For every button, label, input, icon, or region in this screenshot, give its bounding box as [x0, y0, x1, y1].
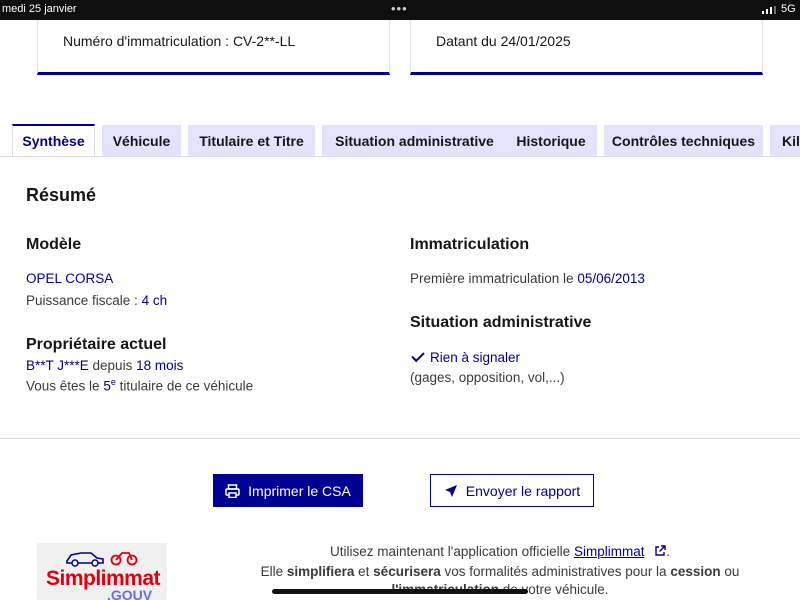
holder-rank: Vous êtes le 5e titulaire de ce véhicule: [26, 377, 254, 394]
report-date: Datant du 24/01/2025: [436, 33, 571, 49]
fiscal-power: Puissance fiscale : 4 ch: [26, 293, 168, 308]
owner-name: B**T J***E: [26, 358, 89, 373]
admin-status: Rien à signaler: [410, 348, 520, 365]
check-icon: [411, 348, 425, 363]
admin-detail: (gages, opposition, vol,...): [410, 370, 565, 385]
tab-situation-administrative[interactable]: Situation administrative: [322, 125, 507, 157]
tab-kilometrage[interactable]: Kil: [770, 125, 800, 157]
print-csa-button[interactable]: Imprimer le CSA: [213, 474, 363, 507]
owner-duration: 18 mois: [136, 358, 184, 373]
first-registration: Première immatriculation le 05/06/2013: [410, 271, 645, 286]
status-date: medi 25 janvier: [2, 3, 77, 15]
home-indicator[interactable]: [272, 589, 528, 594]
admin-heading: Situation administrative: [410, 314, 592, 331]
external-link-icon: [655, 545, 666, 556]
status-bar: medi 25 janvier ••• 5G: [0, 0, 800, 20]
owner-line: B**T J***E depuis 18 mois: [26, 358, 184, 373]
tab-titulaire[interactable]: Titulaire et Titre: [188, 125, 315, 157]
simplimmat-logo[interactable]: Simplimmat .GOUV: [37, 543, 167, 600]
first-registration-date: 05/06/2013: [577, 271, 645, 286]
send-icon: [444, 484, 457, 497]
owner-heading: Propriétaire actuel: [26, 336, 167, 353]
signal-icon: [762, 6, 776, 14]
multitask-dots[interactable]: •••: [391, 1, 408, 16]
registration-heading: Immatriculation: [410, 236, 530, 253]
tab-synthese[interactable]: Synthèse: [12, 124, 95, 157]
promo-line-2: Elle simplifiera et sécurisera vos forma…: [260, 564, 740, 579]
simplimmat-link[interactable]: Simplimmat: [574, 544, 645, 559]
model-name: OPEL CORSA: [26, 271, 114, 286]
logo-gouv: .GOUV: [107, 587, 153, 600]
tab-historique[interactable]: Historique: [505, 125, 597, 157]
fiscal-power-value: 4 ch: [141, 293, 168, 308]
summary-title: Résumé: [26, 185, 97, 205]
send-report-button[interactable]: Envoyer le rapport: [430, 474, 594, 507]
tab-vehicule[interactable]: Véhicule: [102, 125, 181, 157]
model-heading: Modèle: [26, 236, 82, 253]
tab-bar: Synthèse Véhicule Titulaire et Titre Sit…: [12, 124, 800, 157]
registration-card: Numéro d'immatriculation : CV-2**-LL: [37, 20, 390, 75]
network-label: 5G: [781, 3, 796, 15]
tab-controles-techniques[interactable]: Contrôles techniques: [604, 125, 763, 157]
date-card: Datant du 24/01/2025: [410, 20, 763, 75]
motorbike-icon: [110, 552, 138, 566]
registration-number: Numéro d'immatriculation : CV-2**-LL: [63, 33, 296, 49]
promo-line-1: Utilisez maintenant l'application offici…: [329, 544, 670, 559]
printer-icon: [225, 483, 240, 498]
